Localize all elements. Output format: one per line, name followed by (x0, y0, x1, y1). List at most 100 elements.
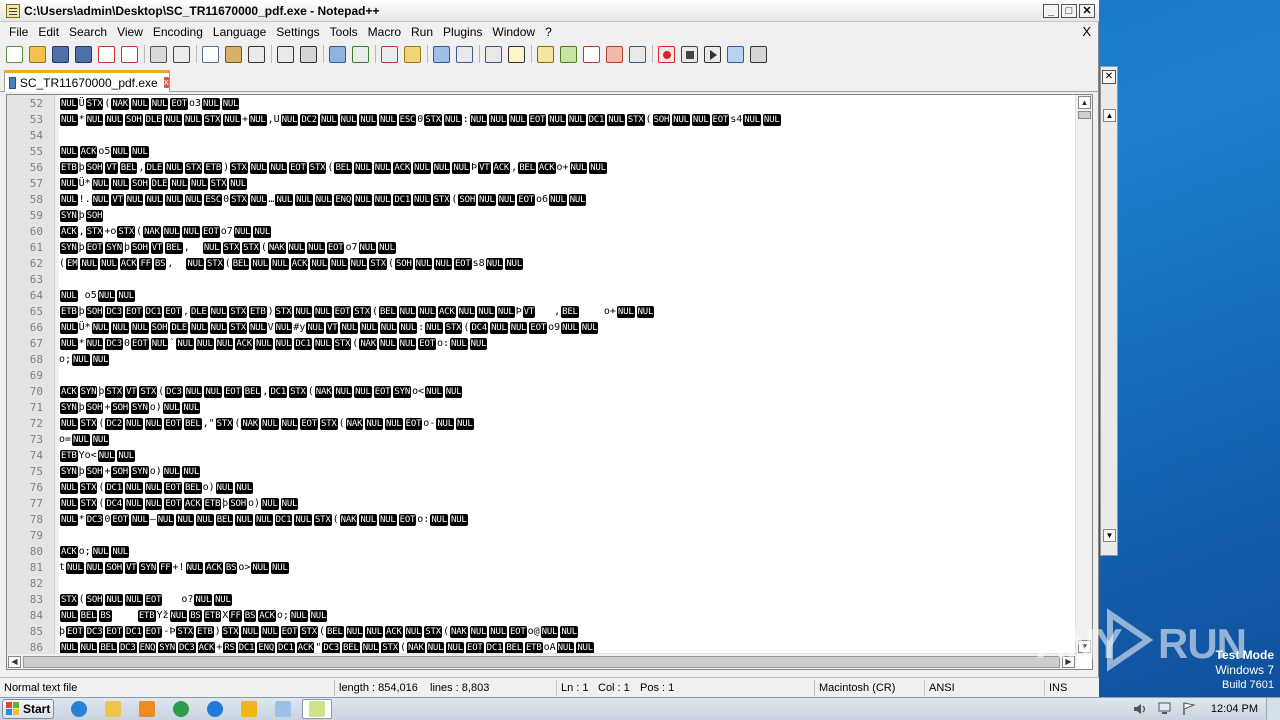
control-char-token: VT (522, 306, 536, 318)
play-macro-icon[interactable] (704, 45, 721, 63)
horizontal-scrollbar[interactable]: ◀ ▶ (7, 653, 1077, 669)
control-char-token: NUL (280, 418, 299, 430)
close-button[interactable]: ✕ (1079, 4, 1095, 18)
control-char-token: STX (308, 162, 327, 174)
new-file-icon[interactable] (6, 45, 23, 63)
run-macro-multiple-icon[interactable] (727, 45, 744, 63)
zoom-out-icon[interactable] (381, 45, 398, 63)
menu-window[interactable]: Window (487, 22, 540, 42)
control-char-token: EOT (300, 418, 318, 430)
print-icon[interactable] (150, 45, 167, 63)
function-list-icon[interactable] (583, 45, 600, 63)
taskbar-app-explorer[interactable] (98, 699, 128, 719)
save-macro-icon[interactable] (750, 45, 767, 63)
control-char-token: EOT (404, 418, 423, 430)
monitor-icon[interactable] (629, 45, 646, 63)
redo-icon[interactable] (277, 45, 294, 63)
line-number: 79 (29, 529, 43, 542)
menu-tools[interactable]: Tools (325, 22, 363, 42)
open-file-icon[interactable] (29, 45, 46, 63)
taskbar-app-media-player[interactable] (132, 699, 162, 719)
cut-icon[interactable] (173, 45, 190, 63)
close-icon[interactable]: ✕ (1102, 70, 1116, 84)
doc-map-icon[interactable] (560, 45, 577, 63)
minimize-button[interactable]: _ (1043, 4, 1059, 18)
all-chars-icon[interactable] (485, 45, 502, 63)
menu-language[interactable]: Language (208, 22, 271, 42)
taskbar-app-edge[interactable] (200, 699, 230, 719)
save-all-icon[interactable] (75, 45, 92, 63)
start-button[interactable]: Start (2, 699, 54, 719)
text-run: ( (98, 418, 105, 429)
record-macro-icon[interactable] (658, 45, 675, 63)
paste-icon[interactable] (225, 45, 242, 63)
horizontal-scroll-thumb[interactable] (23, 656, 1060, 668)
scroll-up-icon[interactable]: ▲ (1103, 109, 1116, 122)
title-bar[interactable]: C:\Users\admin\Desktop\SC_TR11670000_pdf… (0, 0, 1099, 22)
menu-plugins[interactable]: Plugins (438, 22, 487, 42)
close-icon[interactable] (98, 45, 115, 63)
menu-search[interactable]: Search (64, 22, 112, 42)
taskbar-app-notepad[interactable] (268, 699, 298, 719)
control-char-token: NUL (489, 114, 507, 126)
status-encoding[interactable]: ANSI (924, 680, 1044, 696)
stop-macro-icon[interactable] (681, 45, 698, 63)
menu-view[interactable]: View (112, 22, 148, 42)
show-desktop-button[interactable] (1266, 698, 1280, 720)
control-char-token: NUL (170, 178, 188, 190)
control-char-token: ACK (537, 162, 556, 174)
taskbar-app-chrome[interactable] (166, 699, 196, 719)
menu-settings[interactable]: Settings (271, 22, 324, 42)
status-eol[interactable]: Macintosh (CR) (814, 680, 924, 696)
flag-icon[interactable] (1181, 702, 1197, 716)
sync-v-icon[interactable] (404, 45, 421, 63)
control-char-token: EOT (398, 514, 417, 526)
control-char-token: STX (229, 306, 247, 318)
tab-active-document[interactable]: SC_TR11670000_pdf.exe x (4, 70, 170, 92)
word-wrap-icon[interactable] (456, 45, 473, 63)
control-char-token: NUL (241, 626, 260, 638)
udl-icon[interactable] (537, 45, 554, 63)
copy-icon[interactable] (202, 45, 219, 63)
close-document-button[interactable]: X (1082, 24, 1091, 39)
close-all-icon[interactable] (121, 45, 138, 63)
text-run: ( (59, 258, 66, 269)
taskbar-app-ie[interactable] (64, 699, 94, 719)
scroll-down-icon[interactable]: ▼ (1103, 529, 1116, 542)
line-number: 67 (29, 337, 43, 350)
scroll-left-icon[interactable]: ◀ (8, 656, 21, 668)
menu-file[interactable]: File (4, 22, 33, 42)
volume-icon[interactable] (1133, 702, 1149, 716)
vertical-scrollbar[interactable]: ▲ ▼ (1075, 95, 1092, 655)
save-icon[interactable] (52, 45, 69, 63)
notepadpp-app-icon[interactable] (6, 4, 20, 18)
menu-edit[interactable]: Edit (33, 22, 64, 42)
taskbar-app-notepadpp[interactable] (302, 699, 332, 719)
vertical-scroll-thumb[interactable] (1078, 111, 1091, 119)
menu-macro[interactable]: Macro (363, 22, 406, 42)
text-run: ( (332, 514, 339, 525)
network-icon[interactable] (1157, 702, 1173, 716)
find-icon[interactable] (300, 45, 317, 63)
replace-icon[interactable] (329, 45, 346, 63)
text-run: o+ (556, 162, 569, 173)
taskbar-app-outlook[interactable] (234, 699, 264, 719)
menu-encoding[interactable]: Encoding (148, 22, 208, 42)
editor-area[interactable]: 52 NUL Ü STX(NAK NUL NUL EOT o3 NUL NUL 53 NUL * NUL N… (6, 94, 1093, 670)
editor-line: 68 o; NUL NUL (7, 352, 1077, 368)
text-run: o- (423, 418, 436, 429)
folder-workspace-icon[interactable] (606, 45, 623, 63)
menu-help[interactable]: ? (540, 22, 557, 42)
sync-h-icon[interactable] (433, 45, 450, 63)
indent-guide-icon[interactable] (508, 45, 525, 63)
clock[interactable]: 12:04 PM (1211, 703, 1258, 715)
control-char-token: NUL (111, 146, 130, 158)
scroll-up-icon[interactable]: ▲ (1078, 96, 1091, 109)
control-char-token: NUL (354, 194, 372, 206)
maximize-button[interactable]: □ (1061, 4, 1077, 18)
control-char-token: SYN (131, 402, 149, 414)
undo-icon[interactable] (248, 45, 265, 63)
tab-close-icon[interactable]: x (163, 77, 169, 88)
menu-run[interactable]: Run (406, 22, 438, 42)
zoom-in-icon[interactable] (352, 45, 369, 63)
